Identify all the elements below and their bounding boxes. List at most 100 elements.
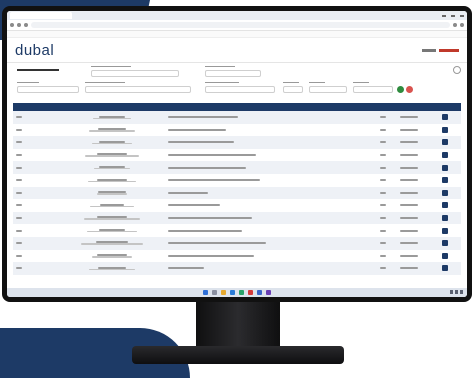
folder-icon[interactable] — [221, 290, 226, 295]
row-action-cell[interactable] — [430, 161, 461, 174]
table-cell — [13, 262, 58, 275]
table-cell — [58, 149, 166, 162]
table-row[interactable] — [13, 161, 461, 174]
filter-select[interactable] — [17, 86, 79, 93]
open-icon[interactable] — [442, 139, 449, 146]
monitor-stand-base — [132, 346, 344, 364]
table-header-row — [13, 103, 461, 111]
header-cell[interactable] — [389, 103, 429, 111]
app-logo[interactable]: dubal — [15, 42, 54, 59]
row-action-cell[interactable] — [430, 174, 461, 187]
open-icon[interactable] — [442, 252, 449, 259]
open-icon[interactable] — [442, 114, 449, 121]
header-cell[interactable] — [430, 103, 461, 111]
system-tray[interactable] — [450, 290, 463, 294]
table-cell — [349, 262, 389, 275]
start-icon[interactable] — [203, 290, 208, 295]
filter-label — [283, 82, 299, 83]
table-cell — [13, 187, 58, 200]
row-action-cell[interactable] — [430, 250, 461, 263]
table-row[interactable] — [13, 123, 461, 137]
open-icon[interactable] — [442, 227, 449, 234]
row-action-cell[interactable] — [430, 149, 461, 162]
table-cell — [349, 174, 389, 187]
table-row[interactable] — [13, 224, 461, 237]
filter-select[interactable] — [283, 86, 303, 93]
app-icon[interactable] — [257, 290, 262, 295]
app-icon[interactable] — [266, 290, 271, 295]
table-row[interactable] — [13, 111, 461, 124]
date-field[interactable] — [353, 86, 393, 93]
volume-icon — [455, 290, 458, 294]
table-cell — [58, 111, 166, 124]
app-icon[interactable] — [248, 290, 253, 295]
table-cell — [13, 174, 58, 187]
row-action-cell[interactable] — [430, 212, 461, 225]
table-cell — [349, 224, 389, 237]
filter-field[interactable] — [205, 86, 275, 93]
open-icon[interactable] — [442, 215, 449, 222]
table-cell — [165, 136, 349, 149]
search-button[interactable] — [397, 86, 404, 93]
reset-button[interactable] — [406, 86, 413, 93]
open-icon[interactable] — [442, 177, 449, 184]
filter-select[interactable] — [205, 70, 261, 77]
filter-label — [309, 82, 325, 83]
header-cell[interactable] — [58, 103, 166, 111]
filter-select[interactable] — [85, 86, 191, 93]
table-row[interactable] — [13, 262, 461, 275]
row-action-cell[interactable] — [430, 111, 461, 124]
row-action-cell[interactable] — [430, 237, 461, 250]
table-row[interactable] — [13, 148, 461, 162]
row-action-cell[interactable] — [430, 136, 461, 149]
forward-icon[interactable] — [17, 23, 21, 27]
header-cell[interactable] — [13, 103, 58, 111]
row-action-cell[interactable] — [430, 124, 461, 137]
table-row[interactable] — [13, 236, 461, 250]
table-cell — [349, 124, 389, 137]
filter-label — [91, 66, 131, 67]
user-menu[interactable] — [422, 48, 459, 52]
filter-label — [17, 82, 39, 83]
filter-field[interactable] — [91, 70, 179, 77]
window-controls[interactable] — [442, 14, 464, 17]
row-action-cell[interactable] — [430, 199, 461, 212]
header-cell[interactable] — [165, 103, 349, 111]
close-icon[interactable] — [453, 66, 461, 74]
open-icon[interactable] — [442, 202, 449, 209]
open-icon[interactable] — [442, 240, 449, 247]
app-icon[interactable] — [239, 290, 244, 295]
table-row[interactable] — [13, 186, 461, 200]
open-icon[interactable] — [442, 265, 449, 272]
url-field[interactable] — [31, 22, 450, 28]
maximize-icon[interactable] — [451, 14, 455, 17]
table-row[interactable] — [13, 136, 461, 149]
table-row[interactable] — [13, 199, 461, 212]
row-action-cell[interactable] — [430, 224, 461, 237]
table-row[interactable] — [13, 173, 461, 187]
table-cell — [389, 174, 429, 187]
reload-icon[interactable] — [24, 23, 28, 27]
table-cell — [389, 149, 429, 162]
open-icon[interactable] — [442, 126, 449, 133]
minimize-icon[interactable] — [442, 14, 446, 17]
date-field[interactable] — [309, 86, 347, 93]
open-icon[interactable] — [442, 164, 449, 171]
browser-icon[interactable] — [230, 290, 235, 295]
back-icon[interactable] — [10, 23, 14, 27]
profile-icon[interactable] — [460, 23, 464, 27]
row-action-cell[interactable] — [430, 262, 461, 275]
header-cell[interactable] — [349, 103, 389, 111]
table-row[interactable] — [13, 249, 461, 263]
open-icon[interactable] — [442, 152, 449, 159]
close-icon[interactable] — [460, 14, 464, 17]
browser-tab[interactable] — [10, 12, 72, 19]
search-icon[interactable] — [212, 290, 217, 295]
row-action-cell[interactable] — [430, 187, 461, 200]
extensions-icon[interactable] — [453, 23, 457, 27]
table-cell — [389, 212, 429, 225]
table-cell — [13, 250, 58, 263]
table-cell — [389, 111, 429, 124]
open-icon[interactable] — [442, 189, 449, 196]
table-row[interactable] — [13, 211, 461, 225]
